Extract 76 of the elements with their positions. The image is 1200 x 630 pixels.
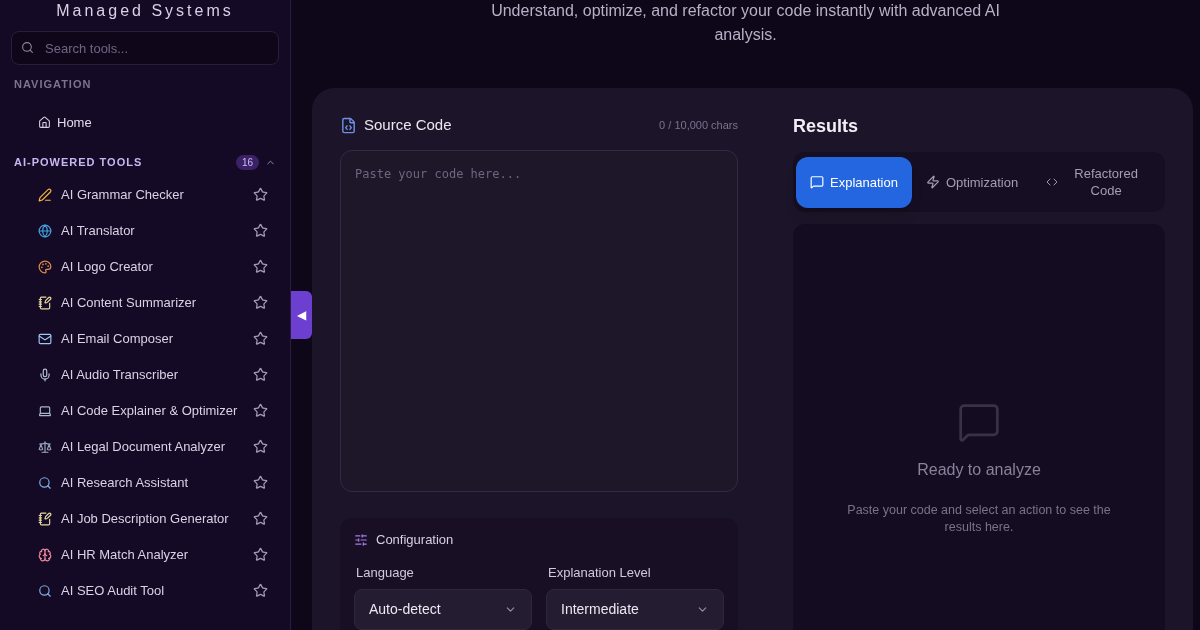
sidebar-item[interactable]: AI Logo Creator [12, 248, 278, 285]
sidebar-item[interactable]: AI Audio Transcriber [12, 356, 278, 393]
notepad-icon [38, 295, 52, 310]
select-field[interactable]: Intermediate [546, 588, 724, 630]
lightning-icon [925, 175, 940, 189]
magnifier-icon [38, 475, 52, 490]
count-badge: 16 [235, 155, 259, 170]
palette-icon [38, 259, 52, 274]
tool-name: AI Job Description Generator [61, 509, 229, 528]
tool-name: AI Code Explainer & Optimizer [61, 401, 238, 420]
section-title: Source Code [364, 114, 452, 135]
char-counter: 0 / 10,000 chars [659, 117, 738, 133]
sidebar-item[interactable]: AI Content Summarizer [12, 284, 278, 321]
envelope-icon [38, 331, 52, 346]
sidebar-item[interactable]: AI Email Composer [12, 320, 278, 357]
tool-name: AI SEO Audit Tool [61, 581, 165, 600]
microphone-icon [38, 367, 52, 382]
empty-title: Ready to analyze [917, 460, 1041, 480]
home-icon [38, 116, 51, 129]
star-icon[interactable] [253, 295, 268, 310]
field-label: Explanation Level [548, 564, 652, 582]
collapse-handle[interactable]: ◀ [291, 291, 312, 339]
tool-name: AI Logo Creator [61, 257, 153, 276]
star-icon[interactable] [253, 475, 268, 490]
subtitle: Understand, optimize, and refactor your code instantly with advanced AI analysis. [490, 1, 1001, 45]
star-icon[interactable] [253, 583, 268, 598]
tool-name: AI Research Assistant [61, 473, 189, 492]
tool-name: AI HR Match Analyzer [61, 545, 189, 564]
message-icon [810, 175, 824, 189]
star-icon[interactable] [253, 187, 268, 202]
tool-name: AI Legal Document Analyzer [61, 437, 226, 456]
star-icon[interactable] [253, 547, 268, 562]
sidebar-item[interactable]: Home [12, 108, 278, 137]
section-heading: NAVIGATION [14, 77, 93, 92]
empty-message: Paste your code and select an action to see the results here. [846, 502, 1112, 536]
star-icon[interactable] [253, 223, 268, 238]
select-field[interactable]: Auto-detect [354, 588, 532, 630]
sidebar-item[interactable]: AI Code Explainer & Optimizer [12, 392, 278, 429]
sidebar-item[interactable]: AI Legal Document Analyzer [12, 428, 278, 465]
brand-name: Managed Systems [55, 1, 235, 21]
notepad-icon [38, 511, 52, 526]
results-title: Results [793, 115, 860, 137]
code-input[interactable]: Paste your code here... [340, 150, 738, 492]
search-field[interactable]: Search tools... [11, 31, 279, 65]
sidebar-item[interactable]: AI Job Description Generator [12, 500, 278, 537]
star-icon[interactable] [253, 439, 268, 454]
file-code-icon [340, 116, 357, 134]
star-icon[interactable] [253, 403, 268, 418]
tool-name: AI Audio Transcriber [61, 365, 179, 384]
sidebar-item[interactable]: AI Grammar Checker [12, 176, 278, 213]
star-icon[interactable] [253, 511, 268, 526]
laptop-icon [38, 403, 52, 418]
section-title: Configuration [376, 531, 454, 550]
magnifier-icon [38, 583, 52, 598]
pen-icon [38, 187, 52, 202]
tool-name: AI Translator [61, 221, 135, 240]
tool-name: AI Content Summarizer [61, 293, 197, 312]
scale-icon [38, 439, 52, 454]
field-label: Language [356, 564, 415, 582]
sidebar-item[interactable]: AI Translator [12, 212, 278, 249]
star-icon[interactable] [253, 259, 268, 274]
tool-name: AI Email Composer [61, 329, 173, 348]
sidebar-item[interactable]: AI SEO Audit Tool [12, 572, 278, 609]
tab[interactable]: Optimization [911, 156, 1033, 208]
tab[interactable]: Explanation [796, 156, 912, 208]
tool-name: AI Grammar Checker [61, 185, 184, 204]
sidebar-item[interactable]: AI Research Assistant [12, 464, 278, 501]
tab[interactable]: Refactored Code [1032, 156, 1162, 208]
search-icon [21, 41, 34, 54]
sidebar-item[interactable]: AI HR Match Analyzer [12, 536, 278, 573]
star-icon[interactable] [253, 331, 268, 346]
star-icon[interactable] [253, 367, 268, 382]
section-heading: AI-POWERED TOOLS [14, 155, 143, 171]
sliders-icon [354, 533, 368, 547]
brain-icon [38, 547, 52, 562]
globe-icon [38, 223, 52, 238]
